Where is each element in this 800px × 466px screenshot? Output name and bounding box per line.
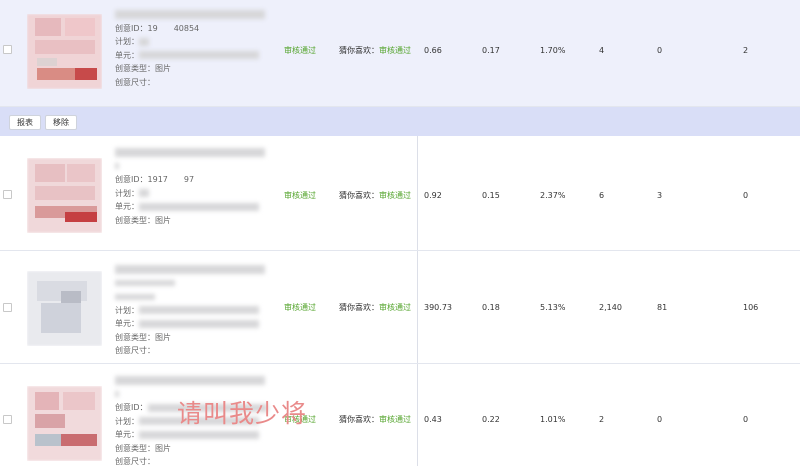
creative-thumbnail (27, 386, 102, 461)
creative-thumbnail (27, 271, 102, 346)
report-button[interactable]: 报表 (9, 115, 41, 130)
creative-id: 创意ID： (115, 403, 148, 412)
creative-type: 创意类型：图片 (115, 215, 171, 225)
metric-ctr: 2.37% (540, 191, 566, 200)
table-row[interactable]: 创意ID： 计划： 单元： 创意类型：图片 创意尺寸： 审核通过 猜你喜欢：审核… (0, 364, 800, 466)
creative-size: 创意尺寸： (115, 77, 155, 87)
metric-conversions: 3 (657, 191, 663, 200)
creative-info: 创意ID：1917 97 计划： 单元： 创意类型：图片 (115, 146, 265, 227)
metric-conversions: 0 (657, 46, 663, 55)
metric-cpc: 0.15 (482, 191, 500, 200)
metric-cost: 0.66 (424, 46, 442, 55)
unit-label: 单元： (115, 50, 139, 60)
creative-type: 创意类型：图片 (115, 443, 171, 453)
metric-orders: 0 (743, 191, 749, 200)
plan-label: 计划： (115, 305, 139, 315)
unit-label: 单元： (115, 202, 139, 211)
review-status: 审核通过 (284, 303, 316, 312)
table-row[interactable]: 创意ID：19 40854 计划： 单元： 创意类型：图片 创意尺寸： 审核通过… (0, 0, 800, 107)
metric-cpc: 0.18 (482, 303, 500, 312)
creative-size: 创意尺寸： (115, 457, 155, 466)
batch-action-bar: 报表 移除 (0, 107, 800, 136)
channel-status: 猜你喜欢：审核通过 (339, 303, 411, 312)
metric-cost: 0.92 (424, 191, 442, 200)
channel-status: 猜你喜欢：审核通过 (339, 191, 411, 200)
metric-cpc: 0.22 (482, 415, 500, 424)
metric-ctr: 5.13% (540, 303, 566, 312)
channel-status: 猜你喜欢：审核通过 (339, 415, 411, 424)
creative-thumbnail (27, 158, 102, 233)
metric-clicks: 6 (599, 191, 605, 200)
metric-ctr: 1.70% (540, 46, 566, 55)
table-row[interactable]: 计划： 单元： 创意类型：图片 创意尺寸： 审核通过 猜你喜欢：审核通过 390… (0, 251, 800, 364)
creative-type: 创意类型：图片 (115, 332, 171, 342)
metric-cpc: 0.17 (482, 46, 500, 55)
review-status: 审核通过 (284, 46, 316, 55)
review-status: 审核通过 (284, 191, 316, 200)
creative-info: 计划： 单元： 创意类型：图片 创意尺寸： (115, 263, 265, 358)
row-checkbox[interactable] (3, 303, 12, 312)
creative-type: 创意类型：图片 (115, 64, 171, 73)
plan-label: 计划： (115, 188, 139, 198)
plan-label: 计划： (115, 37, 139, 46)
creative-info: 创意ID：19 40854 计划： 单元： 创意类型：图片 创意尺寸： (115, 8, 265, 89)
metric-clicks: 2,140 (599, 303, 622, 312)
metric-orders: 2 (743, 46, 749, 55)
unit-label: 单元： (115, 319, 139, 328)
row-checkbox[interactable] (3, 45, 12, 54)
metric-conversions: 0 (657, 415, 663, 424)
metric-orders: 0 (743, 415, 749, 424)
creative-id: 创意ID：19 40854 (115, 23, 200, 33)
metric-orders: 106 (743, 303, 759, 312)
watermark-text: 请叫我少将 (177, 399, 308, 428)
creative-thumbnail (27, 14, 102, 89)
row-checkbox[interactable] (3, 190, 12, 199)
metric-ctr: 1.01% (540, 415, 566, 424)
plan-label: 计划： (115, 416, 139, 426)
metric-clicks: 4 (599, 46, 605, 55)
metric-cost: 390.73 (424, 303, 452, 312)
metric-clicks: 2 (599, 415, 605, 424)
table-row[interactable]: 创意ID：1917 97 计划： 单元： 创意类型：图片 审核通过 猜你喜欢：审… (0, 136, 800, 251)
creative-id: 创意ID：1917 97 (115, 175, 195, 184)
creative-size: 创意尺寸： (115, 346, 155, 355)
metric-conversions: 81 (657, 303, 668, 312)
unit-label: 单元： (115, 430, 139, 439)
channel-status: 猜你喜欢：审核通过 (339, 46, 411, 55)
metric-cost: 0.43 (424, 415, 442, 424)
remove-button[interactable]: 移除 (45, 115, 77, 130)
row-checkbox[interactable] (3, 415, 12, 424)
